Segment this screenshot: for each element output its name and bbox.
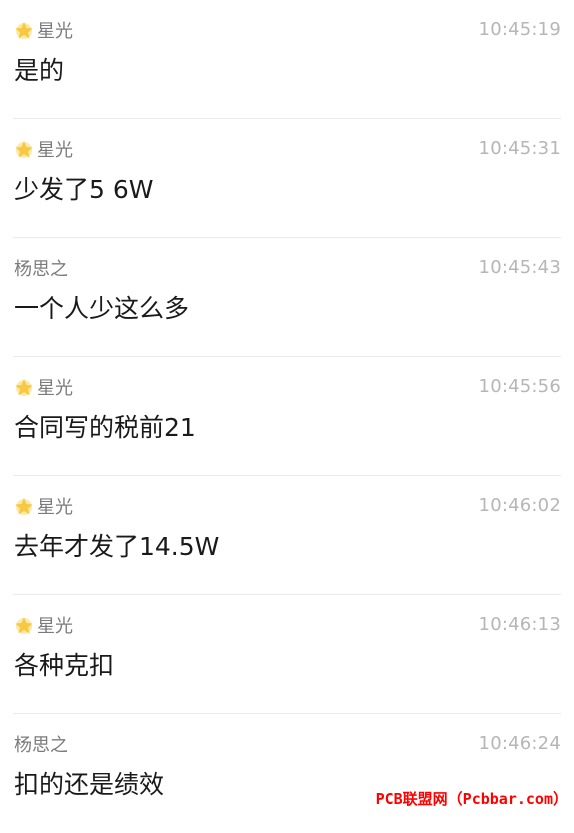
message-item[interactable]: 星光 10:46:13 各种克扣 (0, 595, 574, 714)
message-item[interactable]: 星光 10:45:31 少发了5 6W (0, 119, 574, 238)
message-header: 星光 (14, 17, 73, 43)
message-timestamp: 10:45:31 (478, 138, 561, 159)
message-text: 少发了5 6W (14, 175, 154, 204)
message-header: 星光 (14, 612, 73, 638)
message-item[interactable]: 杨思之 10:46:24 扣的还是绩效 (0, 714, 574, 833)
message-item[interactable]: 星光 10:45:56 合同写的税前21 (0, 357, 574, 476)
sender-name: 星光 (37, 616, 73, 637)
star-icon (15, 617, 33, 634)
message-text: 一个人少这么多 (14, 294, 190, 323)
message-text: 扣的还是绩效 (14, 770, 165, 799)
star-icon (15, 22, 33, 39)
sender-name: 星光 (37, 140, 73, 161)
message-item[interactable]: 杨思之 10:45:43 一个人少这么多 (0, 238, 574, 357)
star-icon (15, 379, 33, 396)
message-header: 杨思之 (14, 731, 68, 757)
watermark: PCB联盟网（Pcbbar.com） (375, 790, 568, 808)
message-text: 是的 (14, 56, 65, 85)
message-item[interactable]: 星光 10:45:19 是的 (0, 0, 574, 119)
star-icon (15, 498, 33, 515)
message-header: 星光 (14, 374, 73, 400)
message-timestamp: 10:45:19 (478, 19, 561, 40)
message-text: 去年才发了14.5W (14, 532, 220, 561)
message-timestamp: 10:45:56 (478, 376, 561, 397)
message-header: 杨思之 (14, 255, 68, 281)
message-item[interactable]: 星光 10:46:02 去年才发了14.5W (0, 476, 574, 595)
sender-name: 星光 (37, 378, 73, 399)
sender-name: 杨思之 (14, 259, 68, 280)
sender-name: 星光 (37, 21, 73, 42)
message-header: 星光 (14, 493, 73, 519)
message-timestamp: 10:46:02 (478, 495, 561, 516)
sender-name: 杨思之 (14, 735, 68, 756)
star-icon (15, 141, 33, 158)
message-text: 合同写的税前21 (14, 413, 196, 442)
message-timestamp: 10:46:24 (478, 733, 561, 754)
sender-name: 星光 (37, 497, 73, 518)
message-timestamp: 10:45:43 (478, 257, 561, 278)
message-header: 星光 (14, 136, 73, 162)
message-text: 各种克扣 (14, 651, 115, 680)
message-timestamp: 10:46:13 (478, 614, 561, 635)
